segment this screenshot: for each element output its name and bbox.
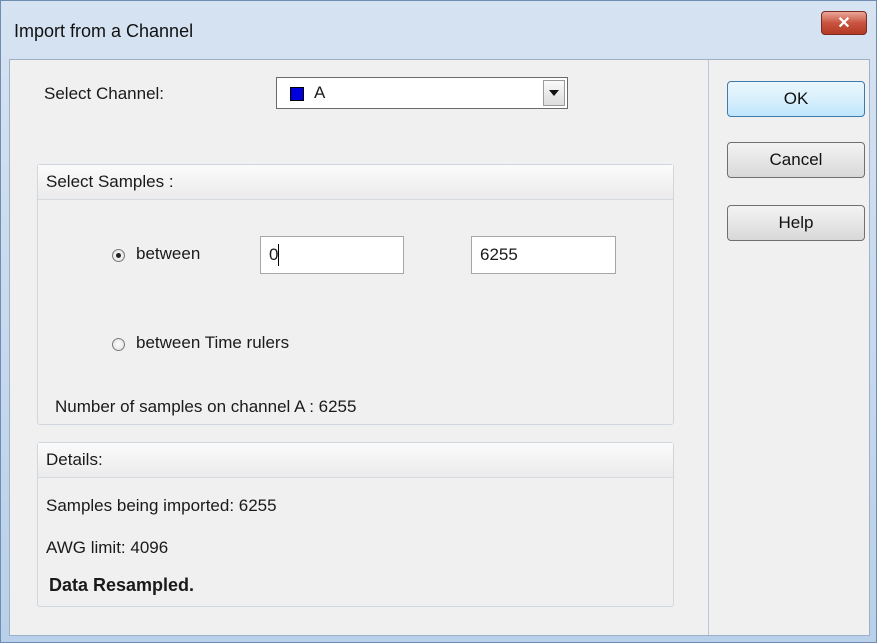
dropdown-button[interactable]	[543, 80, 565, 106]
select-samples-group: Select Samples : between 0 6255 between …	[37, 164, 674, 425]
sample-to-input[interactable]: 6255	[471, 236, 616, 274]
time-rulers-radio-label[interactable]: between Time rulers	[136, 333, 289, 353]
help-button-label: Help	[778, 213, 814, 232]
samples-imported-text: Samples being imported: 6255	[46, 496, 277, 515]
dialog-client-area: Select Channel: A Select Samples : betwe…	[9, 59, 870, 636]
sample-count-text: Number of samples on channel A : 6255	[55, 397, 357, 416]
between-radio[interactable]	[112, 249, 125, 262]
cancel-button-label: Cancel	[769, 150, 823, 169]
buttons-divider	[708, 60, 709, 635]
cancel-button[interactable]: Cancel	[727, 142, 865, 178]
select-samples-title: Select Samples :	[46, 172, 174, 191]
resampled-status-text: Data Resampled.	[49, 575, 195, 595]
title-bar[interactable]: Import from a Channel ✕	[1, 1, 876, 59]
close-icon: ✕	[837, 15, 851, 32]
awg-limit-text: AWG limit: 4096	[46, 538, 169, 557]
ok-button-label: OK	[783, 89, 809, 108]
help-button[interactable]: Help	[727, 205, 865, 241]
dialog-window: Import from a Channel ✕ Select Channel: …	[0, 0, 877, 643]
chevron-down-icon	[549, 90, 559, 96]
channel-select-value: A	[314, 83, 326, 102]
time-rulers-radio[interactable]	[112, 338, 125, 351]
ok-button[interactable]: OK	[727, 81, 865, 117]
dialog-title: Import from a Channel	[14, 21, 194, 41]
channel-color-swatch	[290, 87, 304, 101]
channel-select[interactable]: A	[276, 77, 568, 109]
select-channel-label: Select Channel:	[44, 84, 165, 103]
sample-from-input[interactable]: 0	[260, 236, 404, 274]
details-group: Details: Samples being imported: 6255 AW…	[37, 442, 674, 607]
text-caret	[278, 244, 279, 266]
sample-to-value: 6255	[480, 245, 518, 264]
between-radio-label[interactable]: between	[136, 244, 200, 264]
select-samples-header: Select Samples :	[38, 165, 673, 200]
close-button[interactable]: ✕	[821, 11, 867, 35]
details-title: Details:	[46, 450, 103, 469]
details-header: Details:	[38, 443, 673, 478]
